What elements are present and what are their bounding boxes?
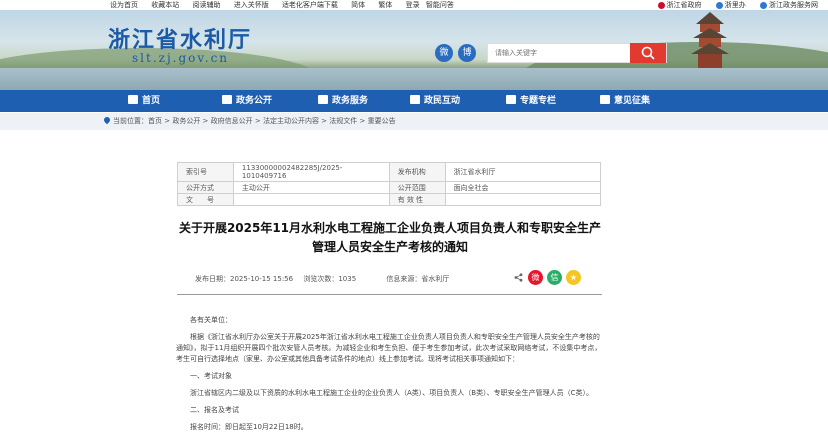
breadcrumb-text[interactable]: 当前位置：首页 > 政务公开 > 政府信息公开 > 法定主动公开内容 > 法规文… [113,117,396,125]
nav-feedback[interactable]: 意见征集 [600,90,650,112]
section-heading: 一、考试对象 [190,372,232,380]
care-version-link[interactable]: 进入关怀版 [234,1,269,9]
search-box [487,43,667,63]
body-paragraph: 报名时间：即日起至10月22日18时。 [190,423,308,431]
nav-gov-services[interactable]: 政务服务 [318,90,368,112]
top-utility-bar: 设为首页 收藏本站 阅读辅助 进入关怀版 适老化客户端下载 简体 繁体 登录 智… [0,0,828,10]
pagoda-illustration [691,12,729,68]
zj-service-link[interactable]: 浙江政务服务网 [760,1,818,9]
method-value: 主动公开 [232,181,390,194]
login-link[interactable]: 登录 [406,1,420,9]
set-homepage-link[interactable]: 设为首页 [110,1,138,9]
zheliban-icon [715,1,723,9]
body-paragraph: 浙江省辖区内二级及以下资质的水利水电工程施工企业的企业负责人（A类）、项目负责人… [190,389,593,397]
scope-value: 面向全社会 [444,181,602,194]
traditional-link[interactable]: 繁体 [378,1,392,9]
info-source: 信息来源：省水利厅 [386,275,450,283]
topics-icon [506,95,516,104]
zheliban-link[interactable]: 浙里办 [715,1,746,9]
nav-interaction[interactable]: 政民互动 [410,90,460,112]
services-icon [318,95,328,104]
docno-value [232,193,390,206]
share-icon[interactable] [514,273,523,282]
service-net-icon [760,1,767,9]
index-label: 索引号 [177,162,234,182]
title-divider [177,294,602,295]
share-qzone-icon[interactable]: ★ [566,270,581,285]
search-button[interactable] [630,43,666,63]
gov-emblem-icon [657,1,665,9]
feedback-icon [600,95,610,104]
validity-value [444,193,602,206]
document-icon [222,95,232,104]
reading-aid-link[interactable]: 阅读辅助 [192,1,220,9]
index-value: 11330000002482285J/2025-1010409716 [232,162,390,182]
zj-gov-link[interactable]: 浙江省政府 [657,1,702,9]
interaction-icon [410,95,420,104]
smart-qa-link[interactable]: 智能问答 [426,1,454,9]
view-count: 浏览次数：1035 [303,275,357,283]
home-icon [128,95,138,104]
share-weibo-icon[interactable]: 微 [528,270,543,285]
nav-home[interactable]: 首页 [128,90,160,112]
publisher-label: 发布机构 [388,162,446,182]
site-title[interactable]: 浙江省水利厅 [108,22,252,54]
gov-links: 浙江省政府 浙里办 浙江政务服务网 [646,0,818,10]
simplified-link[interactable]: 简体 [351,1,365,9]
scope-label: 公开范围 [388,181,446,194]
docno-label: 文 号 [177,193,234,206]
bookmark-link[interactable]: 收藏本站 [151,1,179,9]
breadcrumb: 当前位置：首页 > 政务公开 > 政府信息公开 > 法定主动公开内容 > 法规文… [0,113,828,130]
utility-links: 设为首页 收藏本站 阅读辅助 进入关怀版 适老化客户端下载 简体 繁体 登录 智… [110,0,465,10]
wechat-icon[interactable]: 微 [435,44,453,62]
article-info: 发布日期：2025-10-15 15:56 浏览次数：1035 信息来源：省水利… [195,274,457,284]
document-meta-table: 索引号 11330000002482285J/2025-1010409716 发… [177,162,602,206]
nav-gov-affairs-open[interactable]: 政务公开 [222,90,272,112]
location-pin-icon [102,115,112,125]
nav-topics[interactable]: 专题专栏 [506,90,556,112]
salutation: 各有关单位： [190,316,232,324]
site-url: slt.zj.gov.cn [132,51,230,65]
publisher-value: 浙江省水利厅 [444,162,602,182]
share-wechat-icon[interactable]: 信 [547,270,562,285]
weibo-icon[interactable]: 博 [458,44,476,62]
search-input[interactable] [488,44,628,62]
main-nav: 首页 政务公开 政务服务 政民互动 专题专栏 意见征集 [0,90,828,112]
search-icon [641,46,655,60]
validity-label: 有 效 性 [388,193,446,206]
article-title: 关于开展2025年11月水利水电工程施工企业负责人项目负责人和专职安全生产管理人… [178,221,602,254]
body-paragraph: 根据《浙江省水利厅办公室关于开展2025年浙江省水利水电工程施工企业负责人项目负… [176,333,602,363]
method-label: 公开方式 [177,181,234,194]
publish-date: 发布日期：2025-10-15 15:56 [195,275,294,283]
article-body: 各有关单位： 根据《浙江省水利厅办公室关于开展2025年浙江省水利水电工程施工企… [176,315,604,439]
elderly-client-link[interactable]: 适老化客户端下载 [282,1,338,9]
section-heading: 二、报名及考试 [190,406,239,414]
